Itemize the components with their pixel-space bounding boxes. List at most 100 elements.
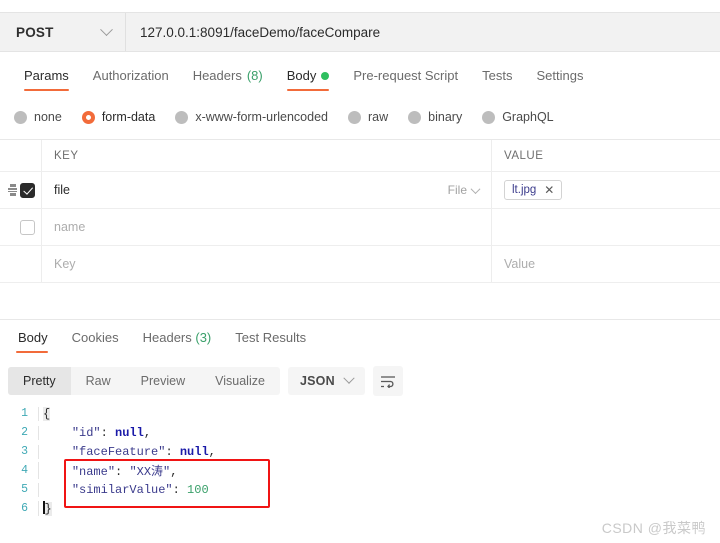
code-token-comma: , — [208, 444, 216, 459]
code-line: 3 "faceFeature": null, — [0, 442, 720, 461]
row-type-select[interactable]: File — [447, 183, 481, 197]
row-key-placeholder: name — [54, 220, 86, 234]
code-token-null: null — [179, 444, 209, 459]
response-view-toolbar: Pretty Raw Preview Visualize JSON — [8, 366, 403, 396]
tab-tests[interactable]: Tests — [470, 64, 524, 93]
body-type-graphql[interactable]: GraphQL — [482, 110, 554, 124]
code-token-colon: : — [172, 482, 188, 497]
file-chip[interactable]: lt.jpg ✕ — [504, 180, 563, 200]
code-line: 1 { — [0, 404, 720, 423]
close-icon[interactable]: ✕ — [544, 184, 554, 196]
row-value-cell-file[interactable]: lt.jpg ✕ — [492, 172, 720, 208]
column-header-key: KEY — [54, 149, 79, 162]
row-gutter-name — [0, 209, 42, 245]
row-key-cell-name[interactable]: name — [42, 209, 492, 245]
row-value-placeholder: Value — [504, 257, 536, 271]
tab-body[interactable]: Body — [275, 64, 342, 93]
line-number: 6 — [21, 502, 28, 515]
header-value-cell: VALUE — [492, 140, 720, 171]
body-type-none[interactable]: none — [14, 110, 62, 124]
http-method-select[interactable]: POST — [0, 13, 126, 51]
radio-icon — [482, 110, 496, 124]
request-tabs: Params Authorization Headers (8) Body Pr… — [0, 64, 720, 96]
view-mode-raw[interactable]: Raw — [71, 367, 126, 395]
code-line: 4 "name": "XX涛", — [0, 461, 720, 480]
row-value-cell-empty[interactable]: Value — [492, 246, 720, 282]
tab-authorization-label: Authorization — [92, 68, 169, 83]
response-tab-test-results-label: Test Results — [235, 330, 307, 345]
code-line-text: "id": null, — [38, 425, 151, 440]
response-view-mode-group: Pretty Raw Preview Visualize — [8, 367, 280, 395]
view-mode-visualize[interactable]: Visualize — [200, 367, 280, 395]
row-enabled-checkbox[interactable] — [20, 219, 35, 235]
line-number: 5 — [21, 483, 28, 496]
radio-selected-icon — [81, 110, 95, 124]
response-tab-test-results[interactable]: Test Results — [223, 328, 318, 355]
http-method-label: POST — [16, 24, 54, 40]
tab-authorization[interactable]: Authorization — [81, 64, 181, 93]
radio-icon — [348, 110, 361, 124]
code-token: { — [43, 406, 51, 421]
response-tab-cookies-label: Cookies — [71, 330, 119, 345]
request-url-bar: POST 127.0.0.1:8091/faceDemo/faceCompare — [0, 12, 720, 52]
view-mode-pretty[interactable]: Pretty — [8, 367, 71, 395]
radio-icon — [175, 110, 189, 124]
code-line: 5 "similarValue": 100 — [0, 480, 720, 499]
tab-headers[interactable]: Headers (8) — [181, 64, 275, 93]
row-value-cell-name[interactable] — [492, 209, 720, 245]
body-type-radio-group: none form-data x-www-form-urlencoded raw… — [0, 104, 720, 130]
code-token-colon: : — [115, 465, 130, 479]
response-format-select[interactable]: JSON — [287, 367, 365, 395]
body-type-raw-label: raw — [368, 110, 389, 124]
body-type-binary-label: binary — [428, 110, 463, 124]
tab-params[interactable]: Params — [12, 64, 81, 93]
body-type-urlencoded-label: x-www-form-urlencoded — [195, 110, 328, 124]
body-type-raw[interactable]: raw — [348, 110, 388, 124]
chevron-down-icon — [343, 372, 355, 384]
body-type-graphql-label: GraphQL — [502, 110, 554, 124]
tab-settings[interactable]: Settings — [524, 64, 595, 93]
tab-pre-request-script[interactable]: Pre-request Script — [341, 64, 470, 93]
response-tabs: Body Cookies Headers (3) Test Results — [0, 328, 720, 358]
tab-params-label: Params — [24, 68, 69, 83]
code-token-key: "id" — [71, 425, 101, 440]
tab-pre-request-script-label: Pre-request Script — [353, 68, 459, 83]
code-line-text: "name": "XX涛", — [38, 462, 177, 479]
code-line-text: "faceFeature": null, — [38, 444, 216, 459]
row-type-label: File — [447, 183, 467, 197]
code-token-number: 100 — [187, 482, 209, 497]
view-mode-preview[interactable]: Preview — [126, 367, 200, 395]
url-input[interactable]: 127.0.0.1:8091/faceDemo/faceCompare — [126, 13, 720, 51]
drag-handle-icon[interactable] — [8, 184, 17, 196]
line-number: 4 — [21, 464, 28, 477]
table-header-row: KEY VALUE — [0, 140, 720, 172]
row-enabled-checkbox[interactable] — [20, 182, 35, 198]
tab-body-label: Body — [286, 68, 317, 83]
response-tab-headers-label: Headers — [142, 330, 192, 345]
tab-tests-label: Tests — [482, 68, 513, 83]
line-number: 3 — [21, 445, 28, 458]
body-type-binary[interactable]: binary — [408, 110, 462, 124]
line-number: 2 — [21, 426, 28, 439]
row-key-cell-empty[interactable]: Key — [42, 246, 492, 282]
row-key-cell-file[interactable]: file File — [42, 172, 492, 208]
code-token-colon: : — [165, 444, 180, 459]
response-tab-headers[interactable]: Headers (3) — [131, 328, 224, 355]
word-wrap-toggle-button[interactable] — [372, 366, 403, 396]
tab-settings-label: Settings — [536, 68, 584, 83]
response-tab-body[interactable]: Body — [6, 328, 60, 355]
code-token-null: null — [115, 425, 144, 440]
response-tab-cookies[interactable]: Cookies — [60, 328, 131, 355]
form-data-table: KEY VALUE file File lt.jpg ✕ name Key Va… — [0, 139, 720, 283]
response-format-label: JSON — [299, 374, 335, 388]
row-key-text: file — [54, 183, 70, 197]
body-type-form-data[interactable]: form-data — [81, 110, 155, 124]
response-body-code-viewer[interactable]: 1 { 2 "id": null, 3 "faceFeature": null,… — [0, 404, 720, 529]
row-key-placeholder: Key — [54, 257, 76, 271]
body-type-urlencoded[interactable]: x-www-form-urlencoded — [175, 110, 328, 124]
code-token: } — [44, 502, 52, 516]
table-row: file File lt.jpg ✕ — [0, 172, 720, 209]
